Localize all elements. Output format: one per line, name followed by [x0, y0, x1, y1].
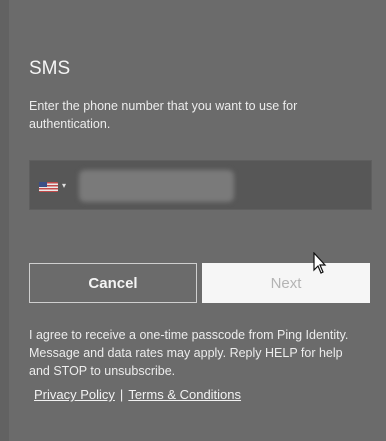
description-text: Enter the phone number that you want to … [29, 99, 298, 131]
privacy-policy-link[interactable]: Privacy Policy [34, 387, 115, 402]
page-title: SMS [29, 58, 71, 79]
terms-link[interactable]: Terms & Conditions [128, 387, 241, 402]
phone-number-input[interactable] [79, 170, 234, 202]
legal-links: Privacy Policy | Terms & Conditions [34, 387, 241, 402]
next-button[interactable]: Next [202, 263, 370, 303]
us-flag-icon[interactable] [39, 182, 58, 192]
consent-text: I agree to receive a one-time passcode f… [29, 328, 349, 378]
link-separator: | [119, 387, 124, 402]
chevron-down-icon[interactable]: ▾ [62, 181, 66, 190]
cancel-button[interactable]: Cancel [29, 263, 197, 303]
mouse-cursor-icon [313, 252, 327, 274]
phone-number-field: ▾ [29, 160, 372, 210]
